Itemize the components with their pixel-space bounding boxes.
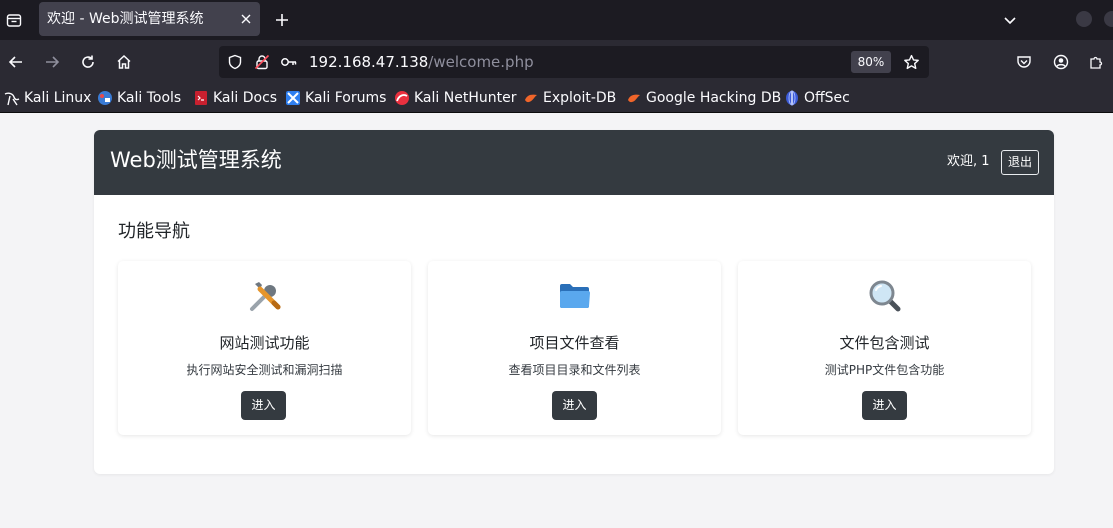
url-text[interactable]: 192.168.47.138/welcome.php [309, 46, 534, 78]
bookmark-label: Kali Docs [213, 90, 278, 106]
feature-title: 项目文件查看 [529, 334, 620, 352]
url-path: /welcome.php [428, 53, 534, 71]
home-icon [117, 54, 131, 69]
bookmark-label: Google Hacking DB [646, 90, 782, 106]
enter-button[interactable]: 进入 [552, 391, 597, 420]
app-title: Web测试管理系统 [110, 148, 282, 172]
feature-card-website-testing: 网站测试功能 执行网站安全测试和漏洞扫描 进入 [118, 261, 411, 435]
exploit-db-icon [523, 90, 539, 106]
bookmark-label: Kali Tools [117, 90, 182, 106]
feature-title: 网站测试功能 [219, 334, 310, 352]
reload-button[interactable] [74, 48, 102, 76]
bookmark-label: Kali NetHunter [414, 90, 517, 106]
tab-list-icon [6, 14, 22, 27]
window-control-minimize[interactable] [1076, 11, 1092, 27]
bookmark-label: OffSec [804, 90, 850, 106]
url-host: 192.168.47.138 [309, 53, 429, 71]
tracking-protection-icon[interactable] [226, 53, 244, 71]
chevron-down-icon [1004, 17, 1016, 25]
pocket-button[interactable] [1010, 48, 1038, 76]
feature-title: 文件包含测试 [839, 334, 930, 352]
bookmark-kali-linux[interactable]: Kali Linux [4, 84, 91, 112]
url-bar[interactable]: 192.168.47.138/welcome.php 80% [219, 46, 929, 78]
forward-arrow-icon [46, 56, 60, 68]
bookmark-label: Kali Linux [24, 90, 92, 106]
insecure-lock-icon[interactable] [253, 53, 271, 71]
section-title: 功能导航 [118, 221, 190, 242]
bookmark-star-button[interactable] [900, 51, 922, 73]
navigation-toolbar: 192.168.47.138/welcome.php 80% [0, 40, 1113, 84]
zoom-level-badge[interactable]: 80% [851, 51, 891, 73]
kali-dragon-icon [4, 90, 20, 106]
window-control-maximize[interactable] [1104, 11, 1113, 27]
list-all-tabs-button[interactable] [996, 6, 1024, 34]
feature-description: 测试PHP文件包含功能 [824, 363, 945, 377]
tab-list-button[interactable] [0, 4, 28, 36]
folder-icon [428, 278, 721, 316]
tab-title: 欢迎 - Web测试管理系统 [47, 11, 204, 27]
back-button[interactable] [2, 48, 30, 76]
bookmark-kali-nethunter[interactable]: Kali NetHunter [394, 84, 516, 112]
card-header: Web测试管理系统 欢迎, 1 退出 [94, 130, 1054, 195]
back-arrow-icon [8, 56, 22, 68]
bookmark-offsec[interactable]: OffSec [784, 84, 850, 112]
magnifier-icon [738, 278, 1031, 316]
tab-close-button[interactable] [238, 11, 254, 27]
bookmarks-toolbar: Kali Linux Kali Tools Kali Docs Kali For… [0, 84, 1113, 113]
bookmark-label: Exploit-DB [543, 90, 617, 106]
home-button[interactable] [110, 48, 138, 76]
extensions-button[interactable] [1082, 48, 1110, 76]
new-tab-button[interactable] [268, 6, 296, 34]
account-icon [1053, 54, 1069, 70]
kali-forums-icon [285, 90, 301, 106]
browser-tab-strip: 欢迎 - Web测试管理系统 [0, 0, 1113, 40]
tools-icon [118, 278, 411, 316]
feature-description: 执行网站安全测试和漏洞扫描 [186, 363, 343, 377]
kali-docs-icon [193, 90, 209, 106]
main-card: Web测试管理系统 欢迎, 1 退出 功能导航 网站测试功能 执行网站安全测试和… [94, 130, 1054, 474]
pocket-icon [1017, 56, 1031, 68]
account-button[interactable] [1047, 48, 1075, 76]
feature-card-file-inclusion: 文件包含测试 测试PHP文件包含功能 进入 [738, 261, 1031, 435]
feature-description: 查看项目目录和文件列表 [508, 363, 641, 377]
key-icon[interactable] [280, 53, 298, 71]
logout-button[interactable]: 退出 [1001, 150, 1039, 175]
bookmark-kali-docs[interactable]: Kali Docs [193, 84, 277, 112]
close-icon [241, 14, 251, 24]
bookmark-exploit-db[interactable]: Exploit-DB [523, 84, 616, 112]
ghdb-icon [626, 90, 642, 106]
offsec-icon [784, 90, 800, 106]
bookmark-kali-tools[interactable]: Kali Tools [97, 84, 181, 112]
enter-button[interactable]: 进入 [862, 391, 907, 420]
bookmark-kali-forums[interactable]: Kali Forums [285, 84, 386, 112]
welcome-text: 欢迎, 1 [947, 154, 990, 169]
active-tab[interactable]: 欢迎 - Web测试管理系统 [39, 2, 260, 36]
puzzle-icon [1090, 56, 1103, 69]
forward-button[interactable] [38, 48, 66, 76]
bookmark-google-hacking-db[interactable]: Google Hacking DB [626, 84, 781, 112]
enter-button[interactable]: 进入 [241, 391, 286, 420]
star-icon [903, 54, 919, 69]
plus-icon [276, 14, 288, 26]
kali-tools-icon [97, 90, 113, 106]
bookmark-label: Kali Forums [305, 90, 387, 106]
reload-icon [82, 55, 94, 68]
nethunter-icon [394, 90, 410, 106]
feature-card-project-files: 项目文件查看 查看项目目录和文件列表 进入 [428, 261, 721, 435]
